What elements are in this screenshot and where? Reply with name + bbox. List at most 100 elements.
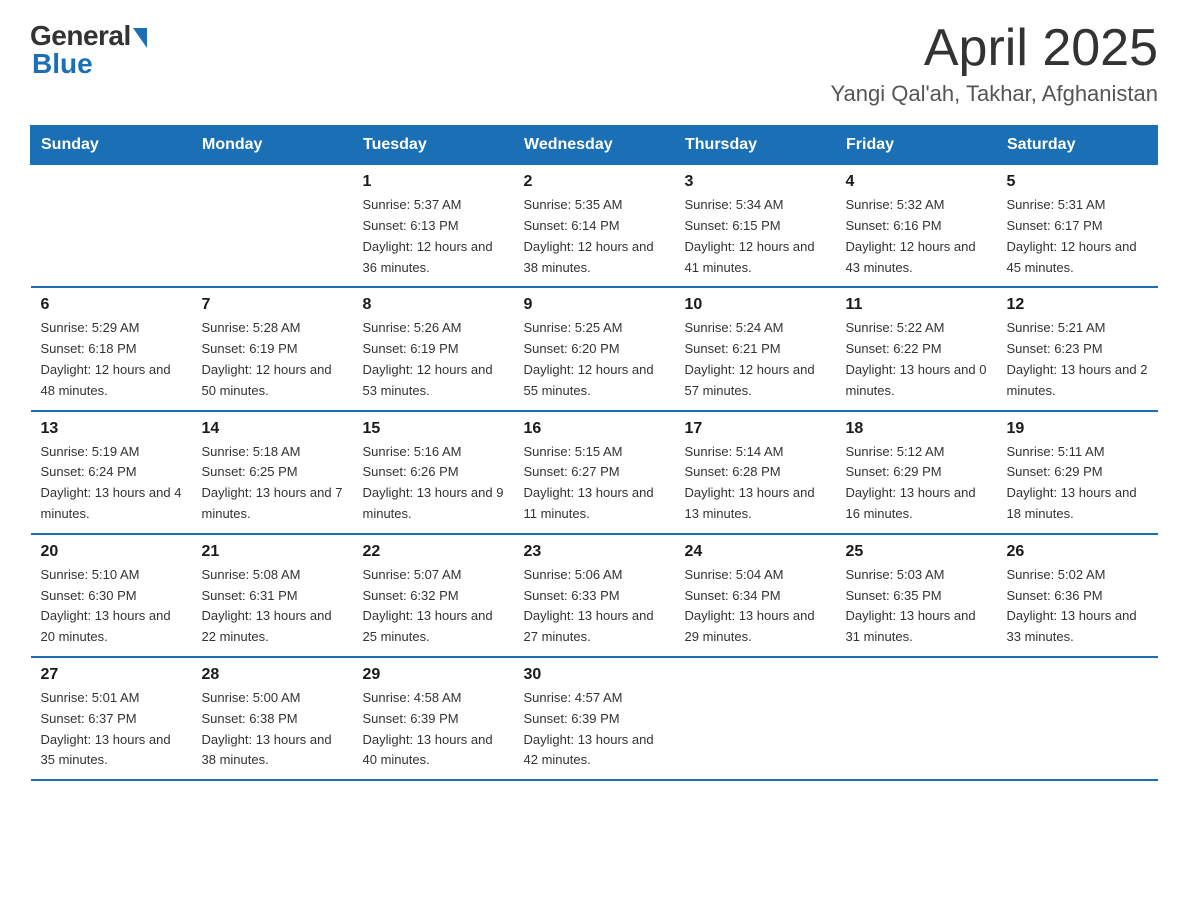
day-info: Sunrise: 5:01 AMSunset: 6:37 PMDaylight:… [41,688,182,771]
day-number: 30 [524,666,665,684]
day-cell: 29 Sunrise: 4:58 AMSunset: 6:39 PMDayligh… [353,657,514,780]
day-info: Sunrise: 5:19 AMSunset: 6:24 PMDaylight:… [41,442,182,525]
day-info: Sunrise: 5:32 AMSunset: 6:16 PMDaylight:… [846,195,987,278]
day-cell: 21Sunrise: 5:08 AMSunset: 6:31 PMDayligh… [192,534,353,657]
day-number: 24 [685,543,826,561]
day-cell: 30 Sunrise: 4:57 AMSunset: 6:39 PMDayligh… [514,657,675,780]
day-number: 19 [1007,420,1148,438]
day-cell: 24 Sunrise: 5:04 AMSunset: 6:34 PMDayligh… [675,534,836,657]
day-number: 18 [846,420,987,438]
day-cell: 16Sunrise: 5:15 AMSunset: 6:27 PMDayligh… [514,411,675,534]
day-cell: 12 Sunrise: 5:21 AMSunset: 6:23 PMDayligh… [997,287,1158,410]
week-row-5: 27 Sunrise: 5:01 AMSunset: 6:37 PMDayligh… [31,657,1158,780]
day-number: 28 [202,666,343,684]
day-cell: 4 Sunrise: 5:32 AMSunset: 6:16 PMDaylight… [836,165,997,288]
week-row-2: 6 Sunrise: 5:29 AMSunset: 6:18 PMDaylight… [31,287,1158,410]
header-cell-friday: Friday [836,126,997,165]
day-info: Sunrise: 5:02 AMSunset: 6:36 PMDaylight:… [1007,565,1148,648]
logo-triangle-icon [133,28,147,48]
day-info: Sunrise: 5:11 AMSunset: 6:29 PMDaylight:… [1007,442,1148,525]
day-cell: 26 Sunrise: 5:02 AMSunset: 6:36 PMDayligh… [997,534,1158,657]
month-title: April 2025 [830,20,1158,77]
day-number: 27 [41,666,182,684]
day-number: 23 [524,543,665,561]
day-number: 12 [1007,296,1148,314]
day-info: Sunrise: 5:31 AMSunset: 6:17 PMDaylight:… [1007,195,1148,278]
day-info: Sunrise: 5:29 AMSunset: 6:18 PMDaylight:… [41,318,182,401]
calendar-header: SundayMondayTuesdayWednesdayThursdayFrid… [31,126,1158,165]
day-number: 10 [685,296,826,314]
day-cell [675,657,836,780]
day-number: 15 [363,420,504,438]
week-row-4: 20 Sunrise: 5:10 AMSunset: 6:30 PMDayligh… [31,534,1158,657]
day-info: Sunrise: 4:58 AMSunset: 6:39 PMDaylight:… [363,688,504,771]
day-cell [997,657,1158,780]
day-cell: 7Sunrise: 5:28 AMSunset: 6:19 PMDaylight… [192,287,353,410]
day-cell: 27 Sunrise: 5:01 AMSunset: 6:37 PMDayligh… [31,657,192,780]
day-cell: 14Sunrise: 5:18 AMSunset: 6:25 PMDayligh… [192,411,353,534]
day-cell: 5 Sunrise: 5:31 AMSunset: 6:17 PMDaylight… [997,165,1158,288]
day-number: 13 [41,420,182,438]
day-cell: 8 Sunrise: 5:26 AMSunset: 6:19 PMDaylight… [353,287,514,410]
day-cell: 3 Sunrise: 5:34 AMSunset: 6:15 PMDaylight… [675,165,836,288]
day-cell [31,165,192,288]
header-cell-monday: Monday [192,126,353,165]
day-info: Sunrise: 5:35 AMSunset: 6:14 PMDaylight:… [524,195,665,278]
day-info: Sunrise: 5:14 AMSunset: 6:28 PMDaylight:… [685,442,826,525]
day-number: 6 [41,296,182,314]
day-cell: 2 Sunrise: 5:35 AMSunset: 6:14 PMDaylight… [514,165,675,288]
day-cell [192,165,353,288]
day-number: 2 [524,173,665,191]
day-number: 1 [363,173,504,191]
day-cell: 11 Sunrise: 5:22 AMSunset: 6:22 PMDayligh… [836,287,997,410]
day-cell: 25 Sunrise: 5:03 AMSunset: 6:35 PMDayligh… [836,534,997,657]
day-info: Sunrise: 5:24 AMSunset: 6:21 PMDaylight:… [685,318,826,401]
day-number: 25 [846,543,987,561]
day-cell: 19 Sunrise: 5:11 AMSunset: 6:29 PMDayligh… [997,411,1158,534]
location-text: Yangi Qal'ah, Takhar, Afghanistan [830,81,1158,107]
day-number: 8 [363,296,504,314]
day-info: Sunrise: 5:37 AMSunset: 6:13 PMDaylight:… [363,195,504,278]
day-info: Sunrise: 5:34 AMSunset: 6:15 PMDaylight:… [685,195,826,278]
day-info: Sunrise: 5:26 AMSunset: 6:19 PMDaylight:… [363,318,504,401]
day-info: Sunrise: 5:04 AMSunset: 6:34 PMDaylight:… [685,565,826,648]
day-info: Sunrise: 5:00 AMSunset: 6:38 PMDaylight:… [202,688,343,771]
day-number: 29 [363,666,504,684]
logo: General Blue [30,20,147,80]
header-cell-sunday: Sunday [31,126,192,165]
day-number: 26 [1007,543,1148,561]
day-info: Sunrise: 5:12 AMSunset: 6:29 PMDaylight:… [846,442,987,525]
day-cell: 20 Sunrise: 5:10 AMSunset: 6:30 PMDayligh… [31,534,192,657]
day-info: Sunrise: 5:08 AMSunset: 6:31 PMDaylight:… [202,565,343,648]
title-section: April 2025 Yangi Qal'ah, Takhar, Afghani… [830,20,1158,107]
day-info: Sunrise: 5:16 AMSunset: 6:26 PMDaylight:… [363,442,504,525]
day-info: Sunrise: 5:10 AMSunset: 6:30 PMDaylight:… [41,565,182,648]
day-info: Sunrise: 5:22 AMSunset: 6:22 PMDaylight:… [846,318,987,401]
header-row: SundayMondayTuesdayWednesdayThursdayFrid… [31,126,1158,165]
day-info: Sunrise: 5:28 AMSunset: 6:19 PMDaylight:… [202,318,343,401]
day-cell: 10 Sunrise: 5:24 AMSunset: 6:21 PMDayligh… [675,287,836,410]
day-number: 17 [685,420,826,438]
day-info: Sunrise: 5:06 AMSunset: 6:33 PMDaylight:… [524,565,665,648]
day-cell: 15 Sunrise: 5:16 AMSunset: 6:26 PMDayligh… [353,411,514,534]
day-cell: 22Sunrise: 5:07 AMSunset: 6:32 PMDayligh… [353,534,514,657]
calendar-table: SundayMondayTuesdayWednesdayThursdayFrid… [30,125,1158,781]
day-cell: 13 Sunrise: 5:19 AMSunset: 6:24 PMDayligh… [31,411,192,534]
header-cell-thursday: Thursday [675,126,836,165]
day-number: 20 [41,543,182,561]
day-cell [836,657,997,780]
day-number: 4 [846,173,987,191]
day-info: Sunrise: 5:21 AMSunset: 6:23 PMDaylight:… [1007,318,1148,401]
day-cell: 28 Sunrise: 5:00 AMSunset: 6:38 PMDayligh… [192,657,353,780]
day-info: Sunrise: 5:15 AMSunset: 6:27 PMDaylight:… [524,442,665,525]
day-number: 5 [1007,173,1148,191]
day-info: Sunrise: 5:03 AMSunset: 6:35 PMDaylight:… [846,565,987,648]
day-number: 3 [685,173,826,191]
day-cell: 1 Sunrise: 5:37 AMSunset: 6:13 PMDaylight… [353,165,514,288]
day-info: Sunrise: 5:07 AMSunset: 6:32 PMDaylight:… [363,565,504,648]
calendar-body: 1 Sunrise: 5:37 AMSunset: 6:13 PMDaylight… [31,165,1158,780]
day-info: Sunrise: 4:57 AMSunset: 6:39 PMDaylight:… [524,688,665,771]
day-number: 9 [524,296,665,314]
day-number: 11 [846,296,987,314]
day-number: 14 [202,420,343,438]
